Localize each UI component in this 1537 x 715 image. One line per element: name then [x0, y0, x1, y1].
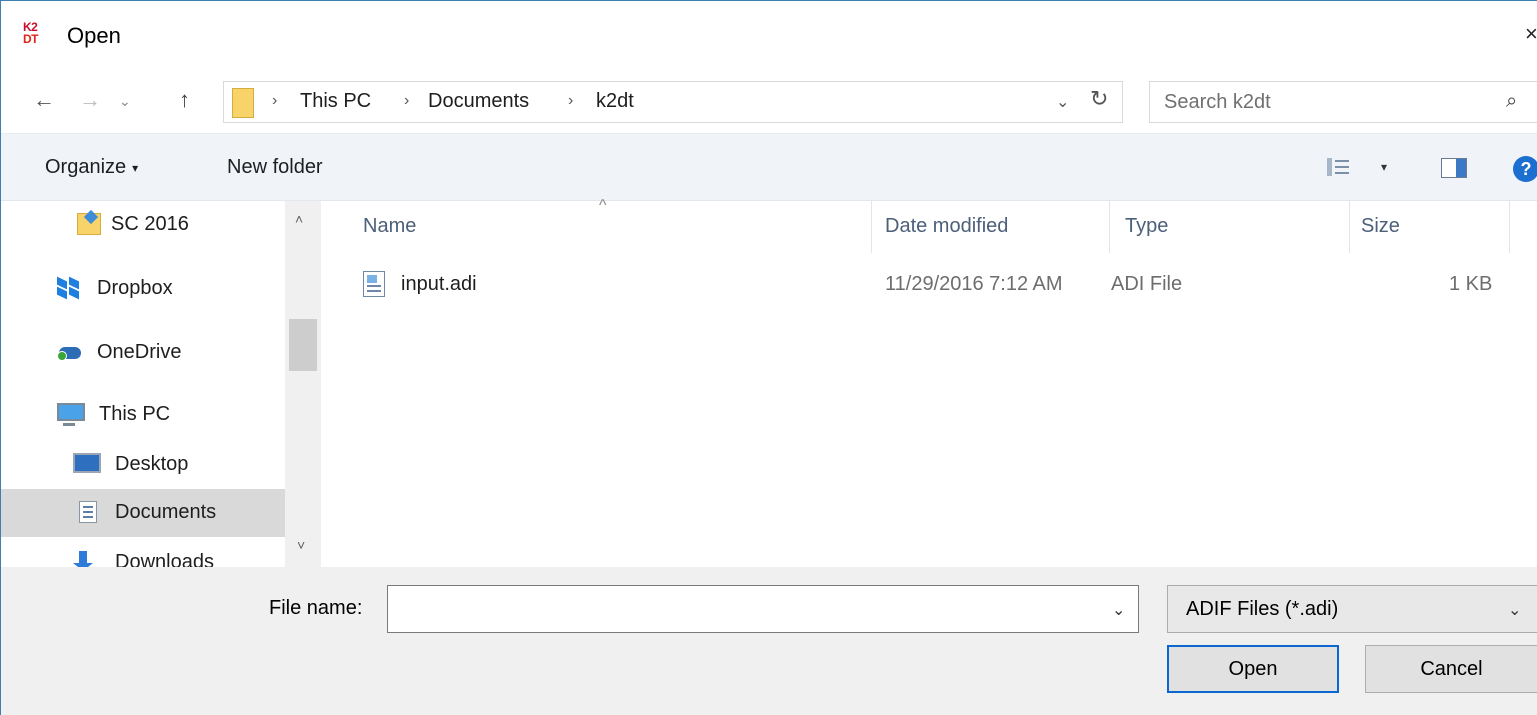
- nav-item-desktop[interactable]: Desktop: [1, 441, 285, 489]
- organize-button[interactable]: Organize ▾: [45, 156, 138, 179]
- help-icon[interactable]: ?: [1513, 156, 1537, 182]
- search-input[interactable]: Search k2dt: [1164, 91, 1271, 114]
- computer-icon: [57, 403, 85, 426]
- scroll-up-icon[interactable]: ˄: [295, 211, 303, 227]
- breadcrumb-documents[interactable]: Documents: [428, 90, 529, 113]
- adi-file-icon: [363, 271, 385, 297]
- nav-item-downloads[interactable]: Downloads: [1, 539, 285, 567]
- column-divider[interactable]: [1349, 201, 1350, 253]
- organize-label: Organize: [45, 156, 127, 178]
- desktop-icon: [73, 453, 101, 473]
- nav-item-label: Dropbox: [97, 277, 173, 299]
- nav-item-label: Documents: [115, 501, 217, 523]
- open-button[interactable]: Open: [1167, 645, 1339, 693]
- up-arrow-icon[interactable]: ↑: [179, 87, 190, 113]
- file-name-label: File name:: [269, 597, 363, 619]
- dialog-footer: File name: ⌄ ADIF Files (*.adi) ⌄ Open C…: [1, 567, 1537, 715]
- file-size: 1 KB: [1449, 273, 1493, 295]
- nav-item-label: OneDrive: [97, 341, 182, 363]
- change-view-icon[interactable]: [1327, 158, 1349, 176]
- forward-arrow-icon[interactable]: →: [79, 87, 101, 113]
- breadcrumb-k2dt[interactable]: k2dt: [596, 90, 634, 113]
- file-row[interactable]: input.adi 11/29/2016 7:12 AM ADI File 1 …: [351, 263, 1511, 307]
- breadcrumb-separator-icon[interactable]: ›: [404, 92, 409, 110]
- file-name-field[interactable]: ⌄: [387, 585, 1139, 633]
- breadcrumb-separator-icon[interactable]: ›: [568, 92, 573, 110]
- documents-icon: [79, 501, 97, 523]
- column-header-name[interactable]: Name: [363, 215, 416, 238]
- search-box[interactable]: Search k2dt ⌕: [1149, 81, 1537, 123]
- file-type-filter-value: ADIF Files (*.adi): [1186, 598, 1339, 620]
- dropbox-icon: [57, 276, 81, 300]
- onedrive-icon: [57, 341, 81, 363]
- nav-item-onedrive[interactable]: OneDrive: [1, 329, 285, 377]
- navigation-row: ← → ⌄ ↑ › This PC › Documents › k2dt ⌄ ↻…: [1, 71, 1537, 133]
- folder-icon: [232, 88, 254, 118]
- column-header-size[interactable]: Size: [1361, 215, 1400, 238]
- k2dt-logo-icon: K2 DT: [23, 21, 49, 51]
- downloads-icon: [71, 551, 95, 567]
- file-type-filter-select[interactable]: ADIF Files (*.adi) ⌄: [1167, 585, 1537, 633]
- preview-pane-icon[interactable]: [1441, 158, 1467, 178]
- logo-bottom-text: DT: [23, 32, 39, 46]
- scroll-down-icon[interactable]: ˅: [297, 537, 305, 553]
- search-icon[interactable]: ⌕: [1506, 90, 1517, 113]
- window-title: Open: [67, 23, 121, 48]
- column-header-type[interactable]: Type: [1125, 215, 1168, 238]
- nav-item-label: This PC: [99, 403, 171, 425]
- scrollbar-thumb[interactable]: [289, 319, 317, 371]
- new-folder-button[interactable]: New folder: [227, 156, 323, 179]
- column-divider[interactable]: [1109, 201, 1110, 253]
- chevron-down-icon: ⌄: [1508, 602, 1522, 619]
- refresh-icon[interactable]: ↻: [1090, 86, 1108, 112]
- file-name-history-chevron-icon[interactable]: ⌄: [1112, 600, 1125, 620]
- nav-item-documents[interactable]: Documents: [1, 489, 285, 537]
- nav-item-dropbox[interactable]: Dropbox: [1, 265, 285, 313]
- chevron-down-icon: ▾: [132, 160, 139, 175]
- recent-locations-chevron-icon[interactable]: ⌄: [119, 93, 131, 110]
- column-header-date-modified[interactable]: Date modified: [885, 215, 1008, 238]
- column-divider[interactable]: [871, 201, 872, 253]
- nav-item-label: Downloads: [115, 551, 214, 567]
- address-bar[interactable]: › This PC › Documents › k2dt ⌄ ↻: [223, 81, 1123, 123]
- nav-item-label: Desktop: [115, 453, 189, 475]
- nav-item-label: SC 2016: [111, 213, 189, 235]
- breadcrumb-separator-icon[interactable]: ›: [272, 92, 277, 110]
- close-icon[interactable]: ×: [1525, 21, 1537, 47]
- column-divider[interactable]: [1509, 201, 1510, 253]
- view-options-chevron-icon[interactable]: ▾: [1381, 160, 1387, 174]
- breadcrumb-this-pc[interactable]: This PC: [300, 90, 371, 113]
- folder-icon: [77, 213, 101, 235]
- sort-ascending-icon: ^: [599, 197, 607, 214]
- file-list: ^ Name Date modified Type Size input.adi…: [321, 197, 1537, 567]
- file-date-modified: 11/29/2016 7:12 AM: [885, 273, 1063, 295]
- file-name: input.adi: [401, 273, 477, 295]
- cancel-button[interactable]: Cancel: [1365, 645, 1537, 693]
- file-type: ADI File: [1111, 273, 1183, 295]
- back-arrow-icon[interactable]: ←: [33, 87, 55, 113]
- nav-item-this-pc[interactable]: This PC: [1, 391, 285, 439]
- navigation-pane: SC 2016 Dropbox OneDrive This PC Desktop…: [1, 201, 321, 567]
- open-dialog: K2 DT Open × ← → ⌄ ↑ › This PC › Documen…: [0, 0, 1537, 715]
- command-bar: Organize ▾ New folder ▾ ?: [1, 133, 1537, 201]
- nav-item-sc-2016[interactable]: SC 2016: [1, 201, 285, 249]
- address-history-chevron-icon[interactable]: ⌄: [1056, 92, 1069, 112]
- navigation-scrollbar[interactable]: ˄ ˅: [285, 201, 321, 567]
- title-bar: K2 DT Open ×: [1, 1, 1537, 71]
